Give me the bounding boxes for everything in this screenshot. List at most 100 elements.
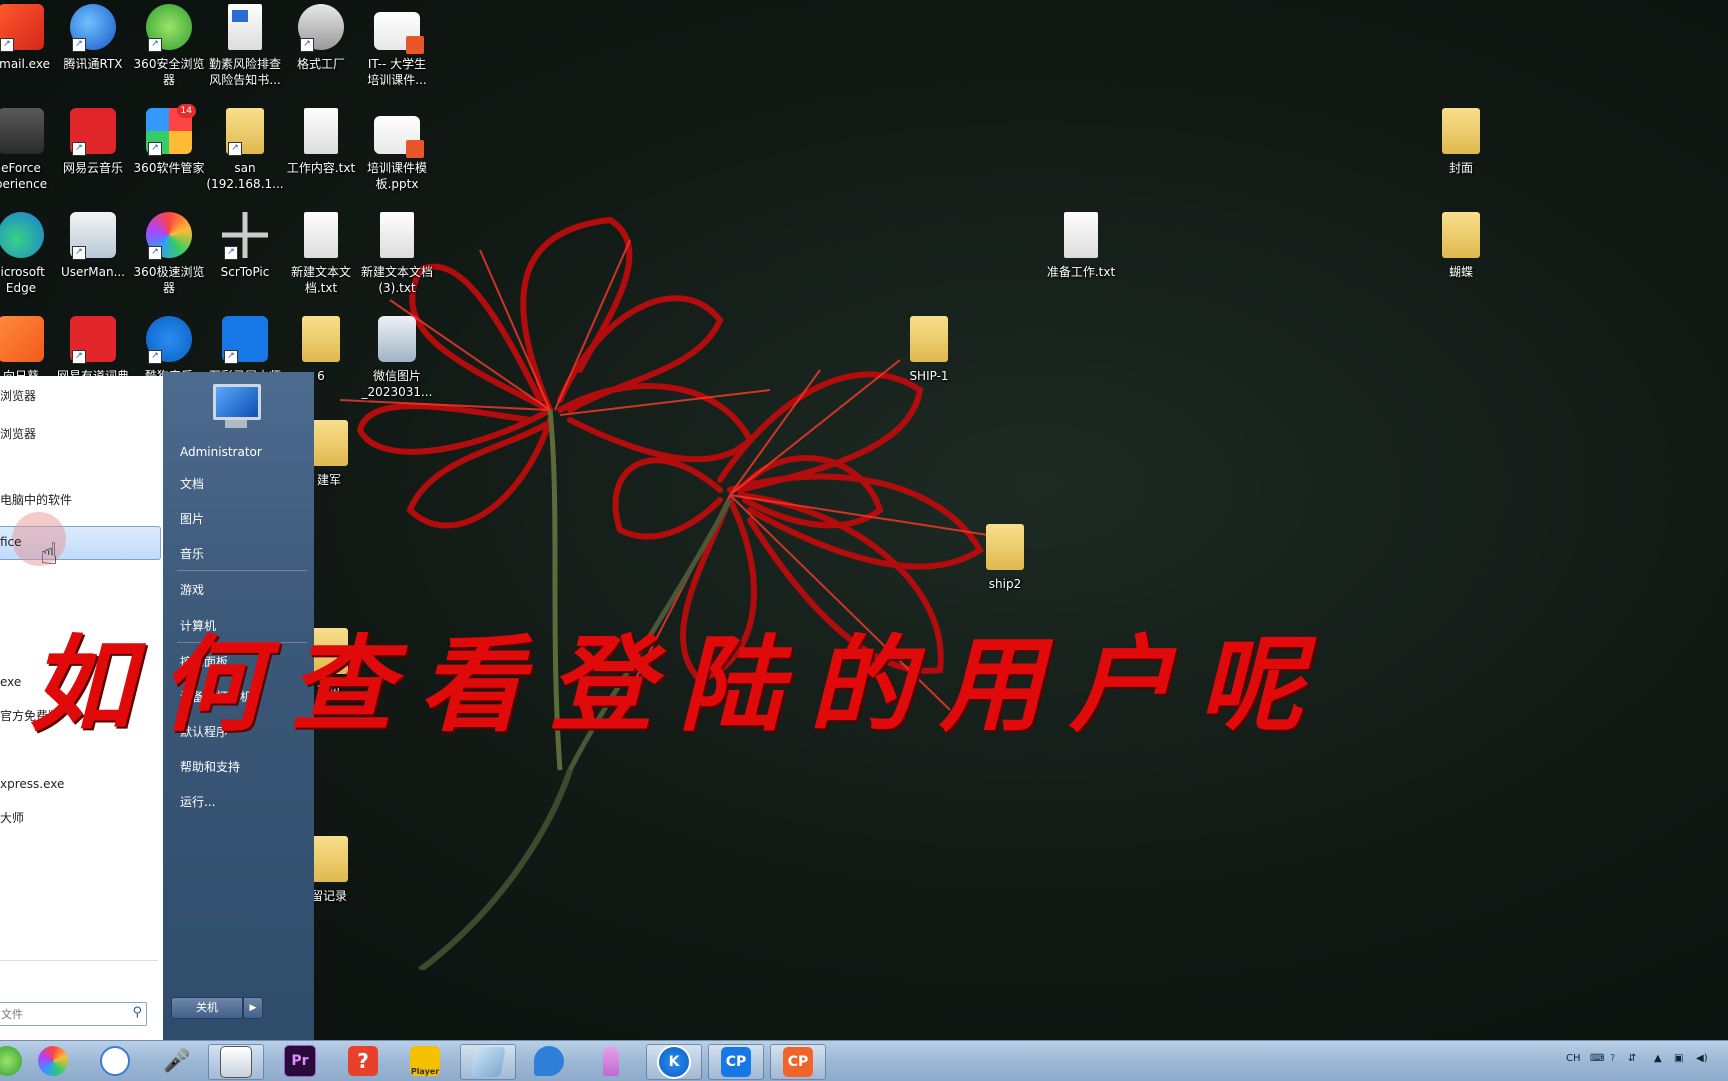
player-icon: Player [410, 1046, 440, 1076]
start-menu-item[interactable]: exe [0, 672, 21, 692]
desktop-icon-label: 工作内容.txt [286, 161, 356, 175]
desktop-icon-label: 360软件管家 [133, 161, 205, 175]
taskbar-premiere[interactable]: Pr [273, 1044, 327, 1078]
shutdown-options-icon[interactable]: ▶ [243, 997, 263, 1019]
desktop-icon-edge[interactable]: licrosoft Edge [0, 212, 60, 296]
desktop-icon-label: 新建文本文 档.txt [290, 265, 351, 295]
desktop-icon-label: san (192.168.1... [206, 161, 284, 191]
desktop-icon-userman[interactable]: ↗ UserMan... [54, 212, 132, 280]
taskbar-cp-orange[interactable]: CP [770, 1044, 826, 1080]
desktop-icon-software-manager[interactable]: 14 ↗ 360软件管家 [130, 104, 208, 176]
overlay-char: 用 [938, 623, 1051, 746]
desktop-icon-word-doc[interactable]: 勤素风险排查 风险告知书... [206, 4, 284, 88]
kugou-icon: ↗ [146, 316, 192, 364]
desktop-icon-ship2[interactable]: ship2 [966, 524, 1044, 592]
desktop-icon-new-txt[interactable]: 新建文本文 档.txt [282, 212, 360, 296]
desktop-icon-netease-music[interactable]: ↗ 网易云音乐 [54, 108, 132, 176]
taskbar-window[interactable] [208, 1044, 264, 1080]
taskbar-cp-recorder[interactable]: CP [708, 1044, 764, 1080]
start-menu-item[interactable]: 大师 [0, 808, 24, 828]
browser-360-icon [0, 1046, 22, 1076]
start-music[interactable]: 音乐 [180, 544, 204, 564]
overlay-char: 呢 [1198, 623, 1311, 746]
desktop-icon-geforce[interactable]: eForce perience [0, 108, 60, 192]
desktop-icon-label: 封面 [1448, 161, 1473, 175]
desktop-icon-label: 360安全浏览 器 [133, 57, 205, 87]
cp-recorder-icon: CP [721, 1047, 751, 1077]
desktop-icon-san-share[interactable]: ↗ san (192.168.1... [206, 108, 284, 192]
notepad-icon [470, 1047, 506, 1077]
desktop-icon-rtx[interactable]: ↗ 腾讯通RTX [54, 4, 132, 72]
desktop-icon-label: 蝴蝶 [1448, 265, 1473, 279]
start-games[interactable]: 游戏 [180, 580, 204, 600]
edge-icon [0, 212, 44, 258]
desktop-icon-format-factory[interactable]: ↗ 格式工厂 [282, 4, 360, 72]
desktop-icon-pptx-1[interactable]: IT-- 大学生 培训课件... [358, 4, 436, 88]
desktop-icon-pptx-2[interactable]: 培训课件模 板.pptx [358, 108, 436, 192]
start-run[interactable]: 运行... [180, 792, 215, 812]
desktop-icon-scrtopic[interactable]: ↗ ScrToPic [206, 212, 284, 280]
taskbar-bird[interactable] [522, 1044, 576, 1078]
start-menu-item[interactable]: 浏览器 [0, 386, 36, 406]
overlay-char: 何 [158, 623, 271, 746]
desktop-icon-prep-txt[interactable]: 准备工作.txt [1042, 212, 1120, 280]
desktop-icon-360-browser[interactable]: ↗ 360安全浏览 器 [130, 4, 208, 88]
network-tray-icon[interactable]: ▣ [1674, 1053, 1683, 1064]
cp-orange-icon: CP [783, 1047, 813, 1077]
desktop-icon-cover[interactable]: 封面 [1422, 108, 1500, 176]
taskbar-podcast[interactable] [584, 1044, 638, 1078]
user-name[interactable]: Administrator [180, 442, 262, 462]
start-help-support[interactable]: 帮助和支持 [180, 757, 240, 777]
desktop-icon-ship-1[interactable]: SHIP-1 [890, 316, 968, 384]
desktop-icon-butterfly[interactable]: 蝴蝶 [1422, 212, 1500, 280]
desktop-icon-wechat-image[interactable]: 微信图片 _2023031... [358, 316, 436, 400]
taskbar-360-speed-browser[interactable] [26, 1044, 80, 1078]
start-menu-item-office[interactable]: fice [0, 532, 22, 552]
taskbar-kugou[interactable]: K [646, 1044, 702, 1080]
overlay-char: 看 [418, 623, 531, 746]
expand-tray-icon[interactable]: ⇵ [1628, 1053, 1636, 1064]
shutdown-button[interactable]: 关机 [171, 997, 243, 1019]
taskbar-help[interactable]: ? [336, 1044, 390, 1078]
taskbar-microphone[interactable]: 🎤 [150, 1044, 204, 1078]
desktop-icon-label: licrosoft Edge [0, 265, 45, 295]
system-tray: CH ⌨ ? ⇵ ▲ ▣ ◀) [1558, 1041, 1728, 1081]
start-search-box[interactable]: ⚲ [0, 1002, 147, 1026]
desktop-icon-label: ScrToPic [220, 265, 270, 279]
desktop-icon-label: 培训课件模 板.pptx [366, 161, 427, 191]
desktop-icon-xmail[interactable]: ↗ xmail.exe [0, 4, 60, 72]
desktop-icon-label: 微信图片 _2023031... [361, 369, 433, 399]
desktop-icon-360-speed-browser[interactable]: ↗ 360极速浏览 器 [130, 212, 208, 296]
desktop-icon-work-txt[interactable]: 工作内容.txt [282, 108, 360, 176]
folder-icon [986, 524, 1024, 570]
desktop-icon-label: 勤素风险排查 风险告知书... [208, 57, 281, 87]
overlay-char: 的 [808, 623, 921, 746]
desktop-icon-label: eForce perience [0, 161, 48, 191]
browser-360-icon: ↗ [146, 4, 192, 52]
language-indicator[interactable]: CH [1566, 1053, 1581, 1064]
desktop-icon-new-txt-3[interactable]: 新建文本文档 (3).txt [358, 212, 436, 296]
volume-icon[interactable]: ◀) [1696, 1053, 1708, 1064]
taskbar-notepad[interactable] [460, 1044, 516, 1080]
start-search-input[interactable] [0, 1005, 116, 1025]
rtx-icon: ↗ [70, 4, 116, 52]
desktop: ↗ xmail.exe ↗ 腾讯通RTX ↗ 360安全浏览 器 勤素风险排查 … [0, 0, 1728, 1040]
text-file-icon [1064, 212, 1098, 258]
start-menu-item[interactable]: 浏览器 [0, 424, 36, 444]
taskbar: 🎤 Pr ? Player K CP CP CH ⌨ ? ⇵ ▲ ▣ ◀) [0, 1040, 1728, 1081]
show-hidden-icons[interactable]: ▲ [1654, 1053, 1662, 1064]
start-menu-item[interactable]: xpress.exe [0, 774, 64, 794]
taskbar-player[interactable]: Player [398, 1044, 452, 1078]
help-tray-icon[interactable]: ? [1610, 1053, 1615, 1064]
word-doc-icon [228, 4, 262, 50]
divider [0, 960, 158, 961]
start-documents[interactable]: 文档 [180, 474, 204, 494]
taskbar-network[interactable] [88, 1044, 142, 1078]
keyboard-icon[interactable]: ⌨ [1590, 1053, 1604, 1064]
pptx-icon [374, 12, 424, 54]
start-pictures[interactable]: 图片 [180, 509, 204, 529]
format-factory-icon: ↗ [298, 4, 344, 52]
start-menu-item[interactable]: 电脑中的软件 [0, 490, 72, 510]
sunflower-icon [0, 316, 44, 362]
chrome-360-icon: ↗ [146, 212, 192, 260]
